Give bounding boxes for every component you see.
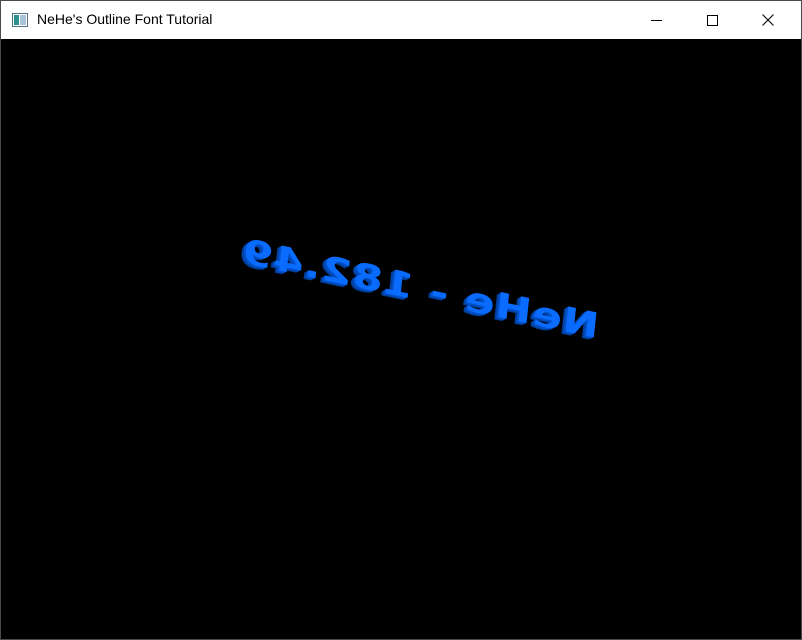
- maximize-icon: [706, 14, 718, 26]
- close-button[interactable]: [745, 1, 791, 39]
- minimize-icon: [650, 15, 662, 26]
- app-window-icon: [12, 13, 28, 27]
- minimize-button[interactable]: [633, 1, 679, 39]
- maximize-button[interactable]: [689, 1, 735, 39]
- opengl-viewport[interactable]: NeHe - 182.49: [1, 39, 801, 639]
- title-bar[interactable]: NeHe's Outline Font Tutorial: [1, 1, 801, 39]
- window-title: NeHe's Outline Font Tutorial: [37, 11, 213, 27]
- rendered-3d-text-area: NeHe - 182.49: [206, 231, 606, 409]
- close-icon: [762, 14, 774, 26]
- app-window: NeHe's Outline Font Tutorial NeHe - 182.…: [0, 0, 802, 640]
- rendered-3d-text: NeHe - 182.49: [239, 231, 601, 347]
